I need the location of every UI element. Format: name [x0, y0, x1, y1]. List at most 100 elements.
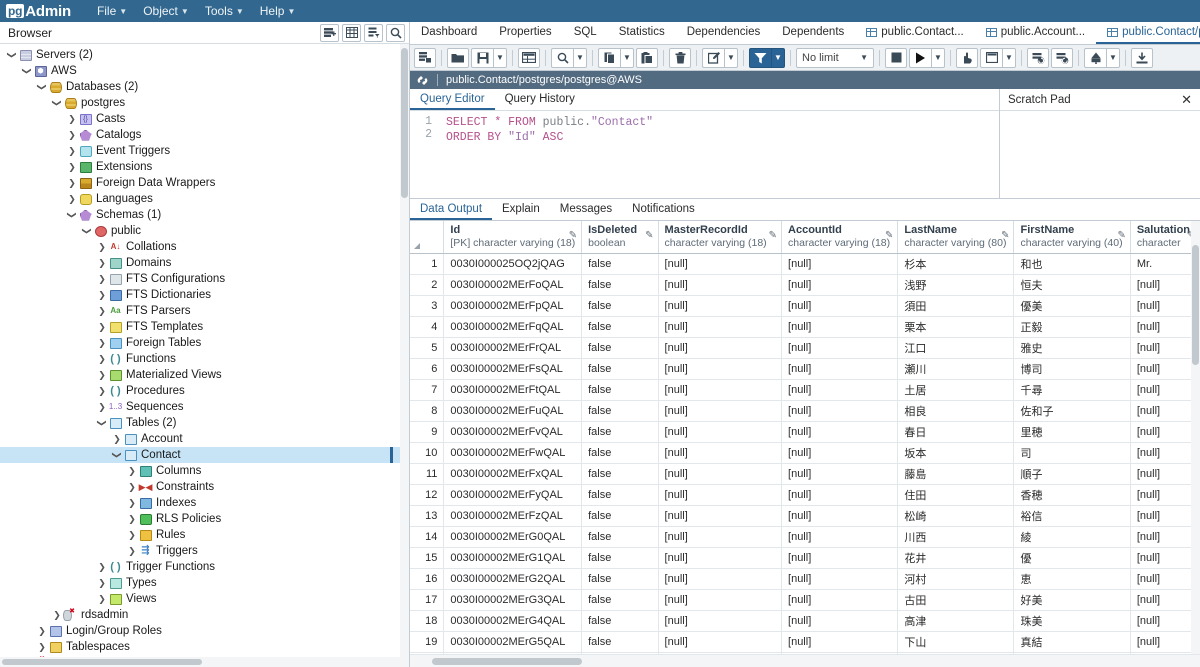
cell-accountid[interactable]: [null]: [782, 611, 898, 632]
cell-masterrecordid[interactable]: [null]: [658, 443, 781, 464]
edit-grid-button[interactable]: [518, 48, 540, 68]
chevron-right-icon[interactable]: ❯: [96, 351, 108, 367]
table-row[interactable]: 170030I00002MErG3QALfalse[null][null]古田好…: [410, 590, 1200, 611]
cell-accountid[interactable]: [null]: [782, 485, 898, 506]
cell-masterrecordid[interactable]: [null]: [658, 611, 781, 632]
row-number[interactable]: 4: [410, 317, 444, 338]
chevron-right-icon[interactable]: ❯: [36, 623, 48, 639]
cell-salutation[interactable]: [null]: [1130, 422, 1199, 443]
cell-masterrecordid[interactable]: [null]: [658, 275, 781, 296]
row-number[interactable]: 5: [410, 338, 444, 359]
cell-firstname[interactable]: 正毅: [1014, 317, 1130, 338]
cell-id[interactable]: 0030I00002MErG5QAL: [444, 632, 582, 653]
cell-masterrecordid[interactable]: [null]: [658, 317, 781, 338]
cell-firstname[interactable]: 恵: [1014, 569, 1130, 590]
table-row[interactable]: 70030I00002MErFtQALfalse[null][null]土居千尋…: [410, 380, 1200, 401]
chevron-down-icon[interactable]: ❯: [109, 449, 125, 461]
cell-id[interactable]: 0030I00002MErG1QAL: [444, 548, 582, 569]
cell-lastname[interactable]: 須田: [898, 296, 1014, 317]
grid-body[interactable]: 10030I000025OQ2jQAGfalse[null][null]杉本和也…: [410, 254, 1200, 655]
chevron-right-icon[interactable]: ❯: [126, 495, 138, 511]
chevron-right-icon[interactable]: ❯: [96, 239, 108, 255]
chevron-right-icon[interactable]: ❯: [36, 639, 48, 655]
cell-accountid[interactable]: [null]: [782, 317, 898, 338]
tab-query-editor[interactable]: Query Editor: [410, 89, 495, 110]
cell-salutation[interactable]: [null]: [1130, 338, 1199, 359]
cell-lastname[interactable]: 瀬川: [898, 359, 1014, 380]
cell-masterrecordid[interactable]: [null]: [658, 527, 781, 548]
explain-dropdown-button[interactable]: ▼: [1002, 48, 1016, 68]
tree-item-extensions[interactable]: ❯Extensions: [0, 159, 409, 175]
tree-item-rules[interactable]: ❯Rules: [0, 527, 409, 543]
table-row[interactable]: 150030I00002MErG1QALfalse[null][null]花井優…: [410, 548, 1200, 569]
chevron-right-icon[interactable]: ❯: [66, 111, 78, 127]
cell-lastname[interactable]: 相良: [898, 401, 1014, 422]
cell-isdeleted[interactable]: false: [582, 443, 658, 464]
chevron-down-icon[interactable]: ❯: [64, 209, 80, 221]
cell-isdeleted[interactable]: false: [582, 296, 658, 317]
table-row[interactable]: 130030I00002MErFzQALfalse[null][null]松崎裕…: [410, 506, 1200, 527]
cell-id[interactable]: 0030I00002MErG0QAL: [444, 527, 582, 548]
tree-item-domains[interactable]: ❯Domains: [0, 255, 409, 271]
cell-firstname[interactable]: 和也: [1014, 254, 1130, 275]
scratch-pad-textarea[interactable]: [1000, 111, 1200, 198]
cell-accountid[interactable]: [null]: [782, 275, 898, 296]
tree-item-catalogs[interactable]: ❯Catalogs: [0, 127, 409, 143]
cell-isdeleted[interactable]: false: [582, 527, 658, 548]
row-number[interactable]: 16: [410, 569, 444, 590]
tree-item-postgres[interactable]: ❯postgres: [0, 95, 409, 111]
tree-item-fts-templates[interactable]: ❯FTS Templates: [0, 319, 409, 335]
grid-column-header-salutation[interactable]: Salutationcharacter✎: [1130, 221, 1199, 254]
tree-item-columns[interactable]: ❯Columns: [0, 463, 409, 479]
paste-button[interactable]: [636, 48, 658, 68]
tree-item-account[interactable]: ❯Account: [0, 431, 409, 447]
table-row[interactable]: 140030I00002MErG0QALfalse[null][null]川西綾…: [410, 527, 1200, 548]
tree-item-tables-2[interactable]: ❯Tables (2): [0, 415, 409, 431]
table-row[interactable]: 160030I00002MErG2QALfalse[null][null]河村恵…: [410, 569, 1200, 590]
tree-item-servers-2[interactable]: ❯Servers (2): [0, 47, 409, 63]
cell-salutation[interactable]: [null]: [1130, 632, 1199, 653]
cell-salutation[interactable]: [null]: [1130, 506, 1199, 527]
chevron-right-icon[interactable]: ❯: [126, 511, 138, 527]
table-row[interactable]: 110030I00002MErFxQALfalse[null][null]藤島順…: [410, 464, 1200, 485]
object-tab-sql[interactable]: SQL: [563, 22, 608, 44]
grid-column-header-masterrecordid[interactable]: MasterRecordIdcharacter varying (18)✎: [658, 221, 781, 254]
cell-lastname[interactable]: 坂本: [898, 443, 1014, 464]
tree-item-constraints[interactable]: ❯▶◀Constraints: [0, 479, 409, 495]
chevron-right-icon[interactable]: ❯: [126, 463, 138, 479]
find-button[interactable]: [551, 48, 573, 68]
cell-id[interactable]: 0030I00002MErFpQAL: [444, 296, 582, 317]
edit-dropdown-button[interactable]: ▼: [724, 48, 738, 68]
chevron-right-icon[interactable]: ❯: [66, 191, 78, 207]
tree-item-fts-dictionaries[interactable]: ❯FTS Dictionaries: [0, 287, 409, 303]
grid-column-header-id[interactable]: Id[PK] character varying (18)✎: [444, 221, 582, 254]
select-all-triangle-icon[interactable]: [414, 243, 420, 249]
execute-button[interactable]: [909, 48, 931, 68]
row-number[interactable]: 12: [410, 485, 444, 506]
cell-salutation[interactable]: [null]: [1130, 275, 1199, 296]
chevron-down-icon[interactable]: ❯: [4, 49, 20, 61]
cell-isdeleted[interactable]: false: [582, 254, 658, 275]
cell-salutation[interactable]: Mr.: [1130, 254, 1199, 275]
row-number[interactable]: 2: [410, 275, 444, 296]
tree-item-trigger-functions[interactable]: ❯( )Trigger Functions: [0, 559, 409, 575]
table-row[interactable]: 80030I00002MErFuQALfalse[null][null]相良佐和…: [410, 401, 1200, 422]
cell-id[interactable]: 0030I00002MErFqQAL: [444, 317, 582, 338]
save-file-button[interactable]: [471, 48, 493, 68]
chevron-right-icon[interactable]: ❯: [96, 319, 108, 335]
copy-dropdown-button[interactable]: ▼: [620, 48, 634, 68]
cell-isdeleted[interactable]: false: [582, 590, 658, 611]
tree-item-aws[interactable]: ❯⬢AWS: [0, 63, 409, 79]
cell-firstname[interactable]: 裕信: [1014, 506, 1130, 527]
cell-firstname[interactable]: 真結: [1014, 632, 1130, 653]
table-row[interactable]: 40030I00002MErFqQALfalse[null][null]栗本正毅…: [410, 317, 1200, 338]
tree-item-languages[interactable]: ❯Languages: [0, 191, 409, 207]
pencil-icon[interactable]: ✎: [1117, 230, 1125, 241]
delete-row-button[interactable]: [669, 48, 691, 68]
tree-item-triggers[interactable]: ❯⇶Triggers: [0, 543, 409, 559]
chevron-right-icon[interactable]: ❯: [96, 591, 108, 607]
object-tab-public-contact[interactable]: public.Contact...: [855, 22, 974, 44]
data-output-grid[interactable]: Id[PK] character varying (18)✎IsDeletedb…: [410, 221, 1200, 654]
cell-id[interactable]: 0030I00002MErG3QAL: [444, 590, 582, 611]
cell-isdeleted[interactable]: false: [582, 275, 658, 296]
